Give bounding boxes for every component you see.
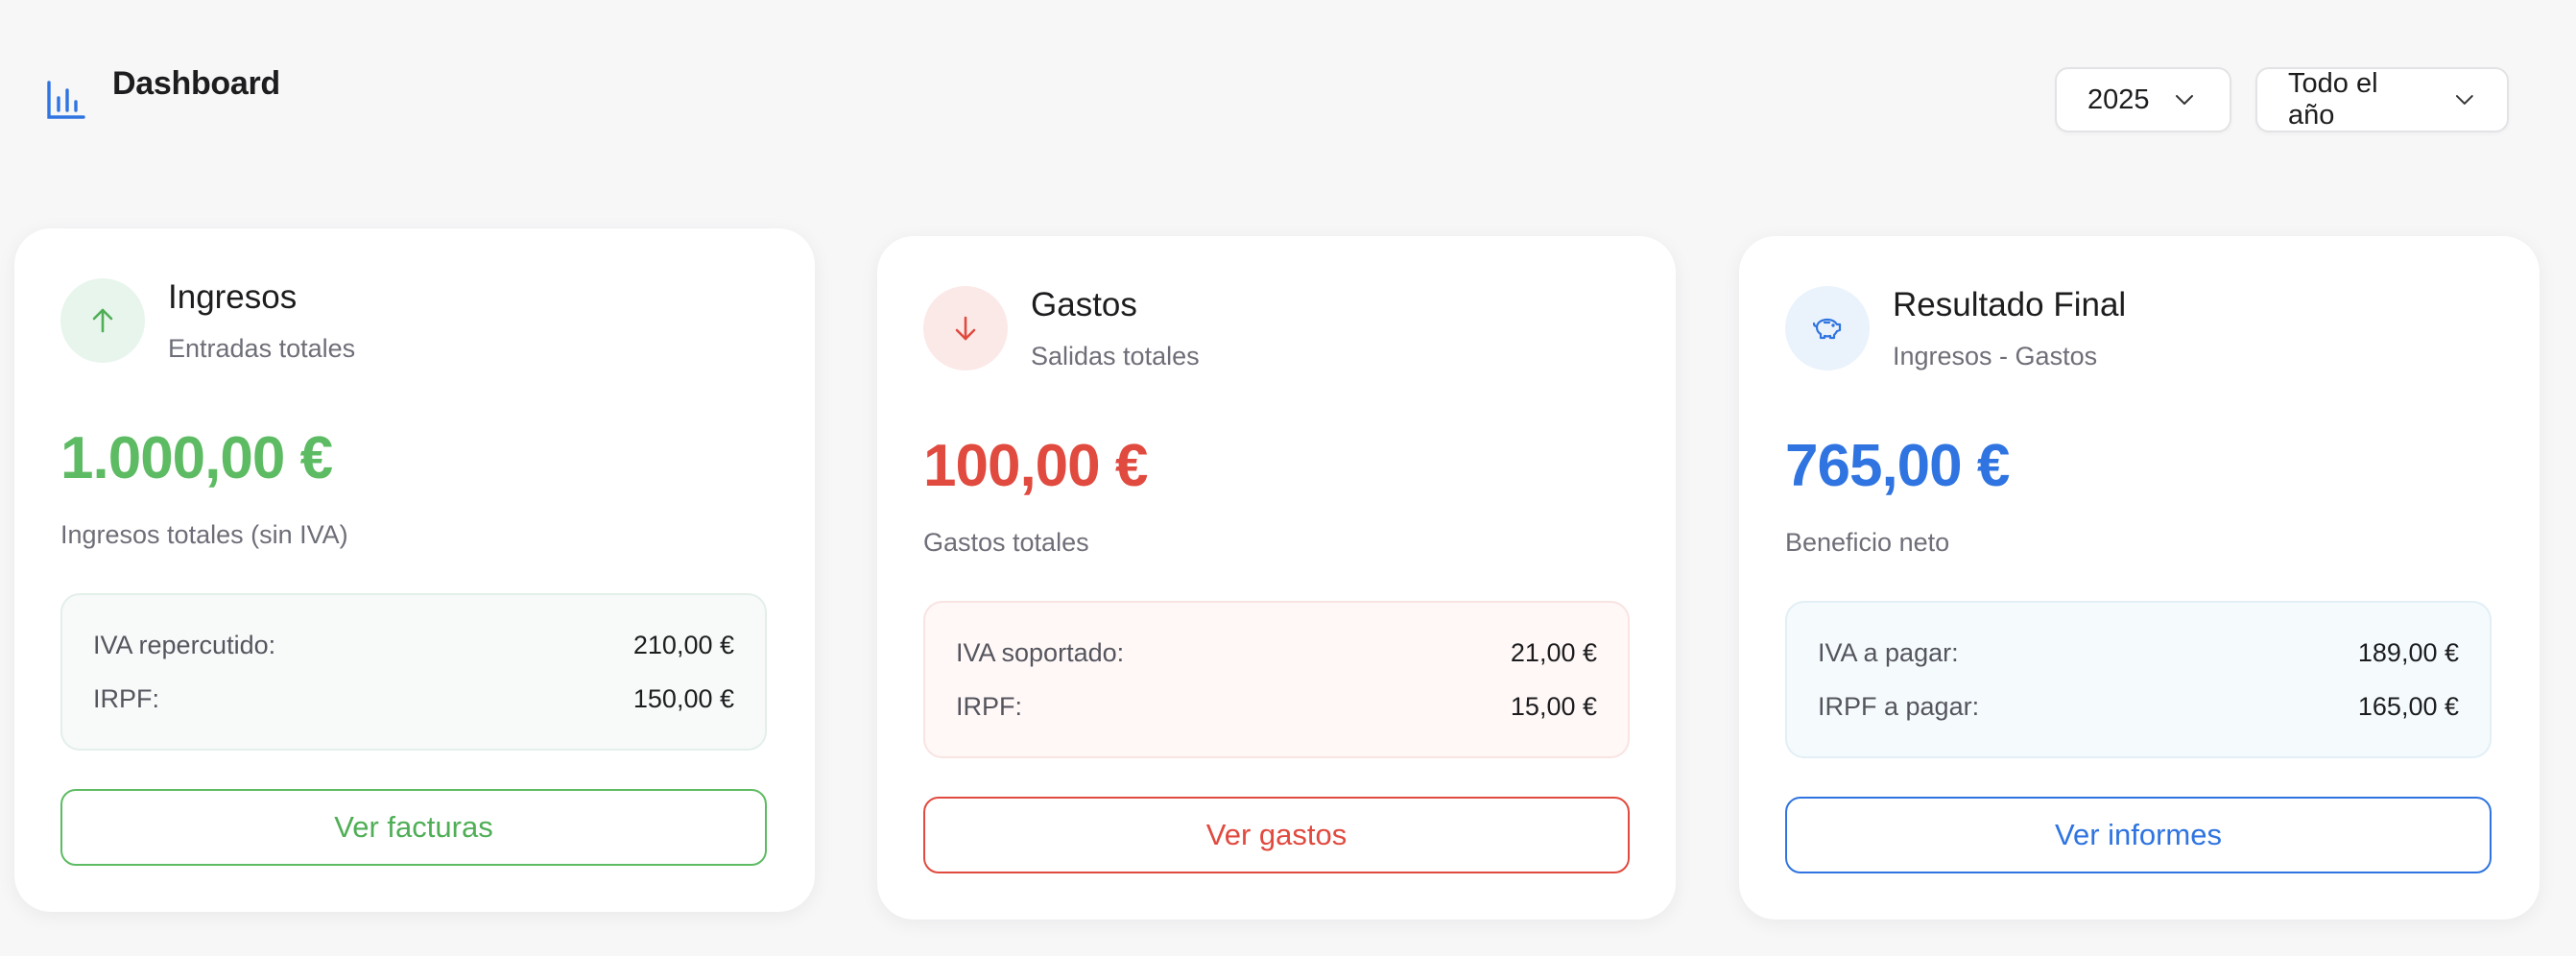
card-title: Resultado Final — [1893, 286, 2127, 323]
header: Dashboard 2025 Todo el año — [0, 0, 2576, 154]
result-badge — [1785, 286, 1870, 370]
amount-label: Ingresos totales (sin IVA) — [60, 520, 348, 549]
detail-value: 21,00 € — [1510, 637, 1597, 667]
tax-detail-box: IVA soportado: 21,00 € IRPF: 15,00 € — [923, 601, 1630, 758]
detail-row: IRPF a pagar: 165,00 € — [1818, 689, 2459, 724]
detail-label: IVA a pagar: — [1818, 637, 1959, 667]
card-title: Gastos — [1031, 286, 1137, 323]
detail-label: IVA repercutido: — [93, 630, 276, 659]
amount-label: Gastos totales — [923, 528, 1089, 557]
expenses-card: Gastos Salidas totales 100,00 € Gastos t… — [877, 236, 1676, 920]
tax-detail-box: IVA repercutido: 210,00 € IRPF: 150,00 € — [60, 593, 767, 751]
detail-row: IRPF: 150,00 € — [93, 681, 734, 716]
year-select[interactable]: 2025 — [2055, 67, 2231, 132]
view-invoices-button[interactable]: Ver facturas — [60, 789, 767, 866]
detail-row: IVA repercutido: 210,00 € — [93, 628, 734, 662]
chevron-down-icon — [2456, 95, 2474, 105]
card-subtitle: Salidas totales — [1031, 342, 1200, 370]
detail-row: IVA soportado: 21,00 € — [956, 635, 1597, 670]
bar-chart-icon — [47, 81, 85, 119]
chevron-down-icon — [2175, 95, 2193, 105]
income-badge — [60, 278, 145, 363]
detail-row: IRPF: 15,00 € — [956, 689, 1597, 724]
view-reports-button[interactable]: Ver informes — [1785, 797, 2492, 873]
period-select[interactable]: Todo el año — [2255, 67, 2509, 132]
arrow-up-icon — [92, 308, 113, 333]
expenses-badge — [923, 286, 1008, 370]
detail-label: IVA soportado: — [956, 637, 1125, 667]
detail-label: IRPF: — [93, 683, 160, 713]
detail-value: 189,00 € — [2357, 637, 2459, 667]
year-select-value: 2025 — [2087, 84, 2150, 115]
detail-label: IRPF: — [956, 691, 1023, 721]
card-subtitle: Entradas totales — [168, 334, 356, 363]
detail-label: IRPF a pagar: — [1818, 691, 1980, 721]
detail-value: 15,00 € — [1510, 691, 1597, 721]
period-select-value: Todo el año — [2288, 68, 2378, 131]
view-expenses-button[interactable]: Ver gastos — [923, 797, 1630, 873]
income-amount: 1.000,00 € — [60, 425, 333, 491]
piggy-bank-icon — [1812, 318, 1842, 340]
detail-row: IVA a pagar: 189,00 € — [1818, 635, 2459, 670]
card-subtitle: Ingresos - Gastos — [1893, 342, 2098, 370]
expenses-amount: 100,00 € — [923, 433, 1148, 499]
income-card: Ingresos Entradas totales 1.000,00 € Ing… — [14, 228, 815, 912]
detail-value: 165,00 € — [2357, 691, 2459, 721]
detail-value: 210,00 € — [632, 630, 734, 659]
page-title: Dashboard — [112, 65, 280, 102]
result-amount: 765,00 € — [1785, 433, 2010, 499]
amount-label: Beneficio neto — [1785, 528, 1950, 557]
result-card: Resultado Final Ingresos - Gastos 765,00… — [1739, 236, 2540, 920]
arrow-down-icon — [955, 316, 976, 341]
tax-detail-box: IVA a pagar: 189,00 € IRPF a pagar: 165,… — [1785, 601, 2492, 758]
detail-value: 150,00 € — [632, 683, 734, 713]
card-title: Ingresos — [168, 278, 298, 316]
